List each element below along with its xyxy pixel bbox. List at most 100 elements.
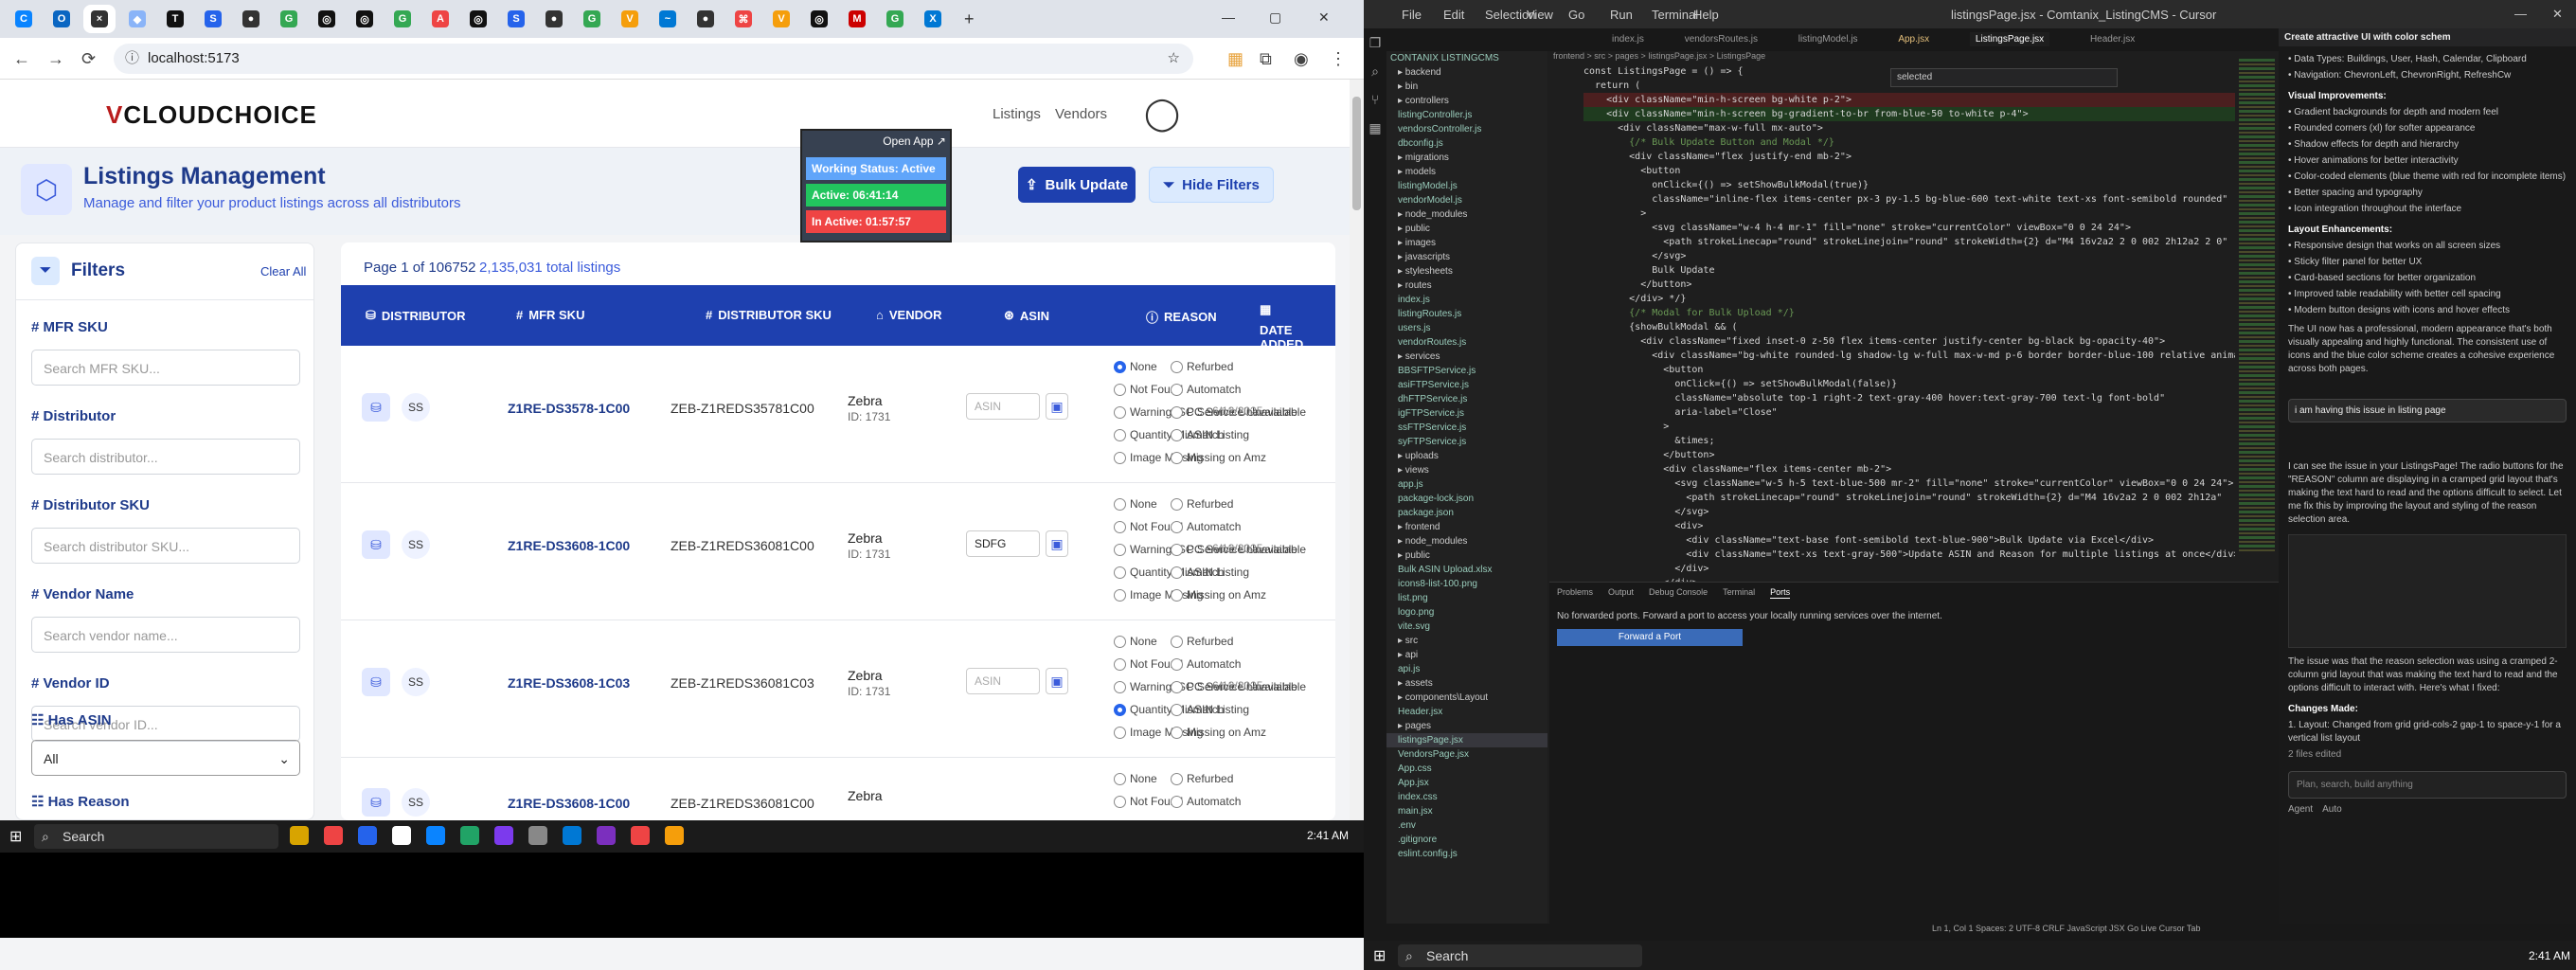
explorer-file[interactable]: api.js: [1386, 662, 1547, 676]
reason-radio[interactable]: ASIN Listing: [1171, 561, 1306, 584]
explorer-folder[interactable]: ▸ models: [1386, 165, 1547, 179]
reason-radio[interactable]: Refurbed: [1171, 493, 1306, 515]
panel-tab[interactable]: Debug Console: [1649, 587, 1708, 599]
explorer-file[interactable]: eslint.config.js: [1386, 847, 1547, 861]
taskbar-app-icon[interactable]: [631, 826, 650, 845]
explorer-folder[interactable]: ▸ api: [1386, 648, 1547, 662]
explorer-folder[interactable]: ▸ uploads: [1386, 449, 1547, 463]
panel-tab[interactable]: Output: [1608, 587, 1634, 599]
explorer-file[interactable]: vendorModel.js: [1386, 193, 1547, 207]
explorer-file[interactable]: CONTANIX LISTINGCMS: [1386, 51, 1547, 65]
hide-filters-button[interactable]: ⏷ Hide Filters: [1149, 167, 1274, 203]
explorer-file[interactable]: listingController.js: [1386, 108, 1547, 122]
browser-tab[interactable]: S: [197, 5, 229, 33]
explorer-folder[interactable]: ▸ components\Layout: [1386, 691, 1547, 705]
column-header[interactable]: ⛁ DISTRIBUTOR: [366, 308, 466, 323]
reload-icon[interactable]: ⟳: [81, 49, 96, 69]
maximize-icon[interactable]: ▢: [1269, 9, 1281, 26]
explorer-file[interactable]: VendorsPage.jsx: [1386, 747, 1547, 762]
page-scrollbar[interactable]: [1350, 80, 1364, 820]
close-icon[interactable]: ✕: [2552, 7, 2563, 22]
explorer-folder[interactable]: ▸ src: [1386, 634, 1547, 648]
extensions-icon[interactable]: ▦: [1364, 114, 1386, 142]
explorer-folder[interactable]: ▸ stylesheets: [1386, 264, 1547, 278]
tab-vendorsroutes[interactable]: vendorsRoutes.js: [1685, 34, 1758, 45]
browser-tab[interactable]: X: [917, 5, 949, 33]
breadcrumb[interactable]: frontend > src > pages > listingsPage.js…: [1549, 51, 2235, 64]
menu-kebab-icon[interactable]: ⋮: [1330, 49, 1347, 69]
taskbar-app-icon[interactable]: [358, 826, 377, 845]
browser-tab[interactable]: ◎: [311, 5, 343, 33]
explorer-folder[interactable]: ▸ javascripts: [1386, 250, 1547, 264]
explorer-file[interactable]: vendorsController.js: [1386, 122, 1547, 136]
explorer-file[interactable]: listingRoutes.js: [1386, 307, 1547, 321]
explorer-file[interactable]: list.png: [1386, 591, 1547, 605]
user-avatar-icon[interactable]: ◯: [1144, 95, 1180, 133]
nav-listings[interactable]: Listings: [993, 106, 1041, 122]
panel-tab[interactable]: Problems: [1557, 587, 1593, 599]
reason-radio[interactable]: Automatch: [1171, 378, 1306, 401]
forward-port-button[interactable]: Forward a Port: [1557, 629, 1743, 646]
bulk-update-button[interactable]: ⇪ Bulk Update: [1018, 167, 1136, 203]
reason-radio[interactable]: Automatch: [1171, 653, 1306, 675]
chat-user-message[interactable]: i am having this issue in listing page: [2288, 399, 2567, 422]
site-info-icon[interactable]: ⓘ: [125, 44, 139, 74]
browser-tab[interactable]: ⌘: [727, 5, 760, 33]
model-selector[interactable]: Auto: [2322, 804, 2342, 815]
explorer-file[interactable]: package-lock.json: [1386, 492, 1547, 506]
filter-input[interactable]: Search MFR SKU...: [31, 350, 300, 386]
find-widget[interactable]: selected: [1890, 68, 2118, 87]
explorer-folder[interactable]: ▸ views: [1386, 463, 1547, 477]
browser-tab[interactable]: G: [386, 5, 419, 33]
explorer-folder[interactable]: ▸ controllers: [1386, 94, 1547, 108]
distributor-icon[interactable]: ⛁: [362, 393, 390, 422]
asin-input[interactable]: ASIN: [966, 668, 1040, 694]
explorer-folder[interactable]: ▸ backend: [1386, 65, 1547, 80]
taskbar-app-icon[interactable]: [528, 826, 547, 845]
distributor-icon[interactable]: ⛁: [362, 530, 390, 559]
save-asin-icon[interactable]: ▣: [1046, 668, 1068, 694]
filter-input[interactable]: Search distributor...: [31, 439, 300, 475]
column-header[interactable]: ▦ DATE ADDED: [1260, 302, 1335, 351]
tab-listingspage-active[interactable]: ListingsPage.jsx: [1969, 32, 2050, 46]
explorer-file[interactable]: main.jsx: [1386, 804, 1547, 818]
explorer-file[interactable]: .gitignore: [1386, 833, 1547, 847]
explorer-file[interactable]: asiFTPService.js: [1386, 378, 1547, 392]
explorer-folder[interactable]: ▸ pages: [1386, 719, 1547, 733]
column-header[interactable]: ⌂ VENDOR: [876, 308, 941, 322]
explorer-file[interactable]: package.json: [1386, 506, 1547, 520]
explorer-folder[interactable]: ▸ frontend: [1386, 520, 1547, 534]
extension-icon[interactable]: ▦: [1227, 49, 1243, 69]
column-header[interactable]: ⊛ ASIN: [1004, 308, 1049, 323]
url-field[interactable]: ⓘ localhost:5173 ☆: [114, 44, 1193, 74]
minimap[interactable]: [2235, 51, 2279, 582]
taskbar-app-icon[interactable]: [597, 826, 616, 845]
browser-tab[interactable]: ●: [235, 5, 267, 33]
taskbar-app-icon[interactable]: [392, 826, 411, 845]
tab-header-jsx[interactable]: Header.jsx: [2090, 34, 2135, 45]
menu-item[interactable]: Help: [1693, 8, 1719, 22]
explorer-file[interactable]: listingsPage.jsx: [1386, 733, 1547, 747]
distributor-icon[interactable]: ⛁: [362, 668, 390, 696]
clear-all-link[interactable]: Clear All: [260, 264, 306, 278]
taskbar-app-icon[interactable]: [460, 826, 479, 845]
taskbar-search[interactable]: ⌕ Search: [1398, 944, 1642, 967]
taskbar-app-icon[interactable]: [494, 826, 513, 845]
forward-icon[interactable]: →: [47, 49, 64, 69]
reason-radio[interactable]: Automatch: [1171, 515, 1306, 538]
windows-start-icon[interactable]: ⊞: [9, 827, 22, 846]
explorer-file[interactable]: dbconfig.js: [1386, 136, 1547, 151]
taskbar-search[interactable]: ⌕ Search: [34, 824, 278, 849]
reason-radio[interactable]: Missing on Amz: [1171, 446, 1306, 469]
explorer-file[interactable]: icons8-list-100.png: [1386, 577, 1547, 591]
explorer-file[interactable]: vite.svg: [1386, 620, 1547, 634]
save-asin-icon[interactable]: ▣: [1046, 393, 1068, 420]
browser-tab[interactable]: V: [765, 5, 797, 33]
explorer-file[interactable]: ssFTPService.js: [1386, 421, 1547, 435]
chat-input[interactable]: Plan, search, build anything: [2288, 771, 2567, 799]
profile-icon[interactable]: ◉: [1294, 49, 1309, 69]
tab-index-js[interactable]: index.js: [1612, 34, 1644, 45]
asin-input[interactable]: SDFG: [966, 530, 1040, 557]
save-asin-icon[interactable]: ▣: [1046, 530, 1068, 557]
filter-input[interactable]: Search vendor name...: [31, 617, 300, 653]
